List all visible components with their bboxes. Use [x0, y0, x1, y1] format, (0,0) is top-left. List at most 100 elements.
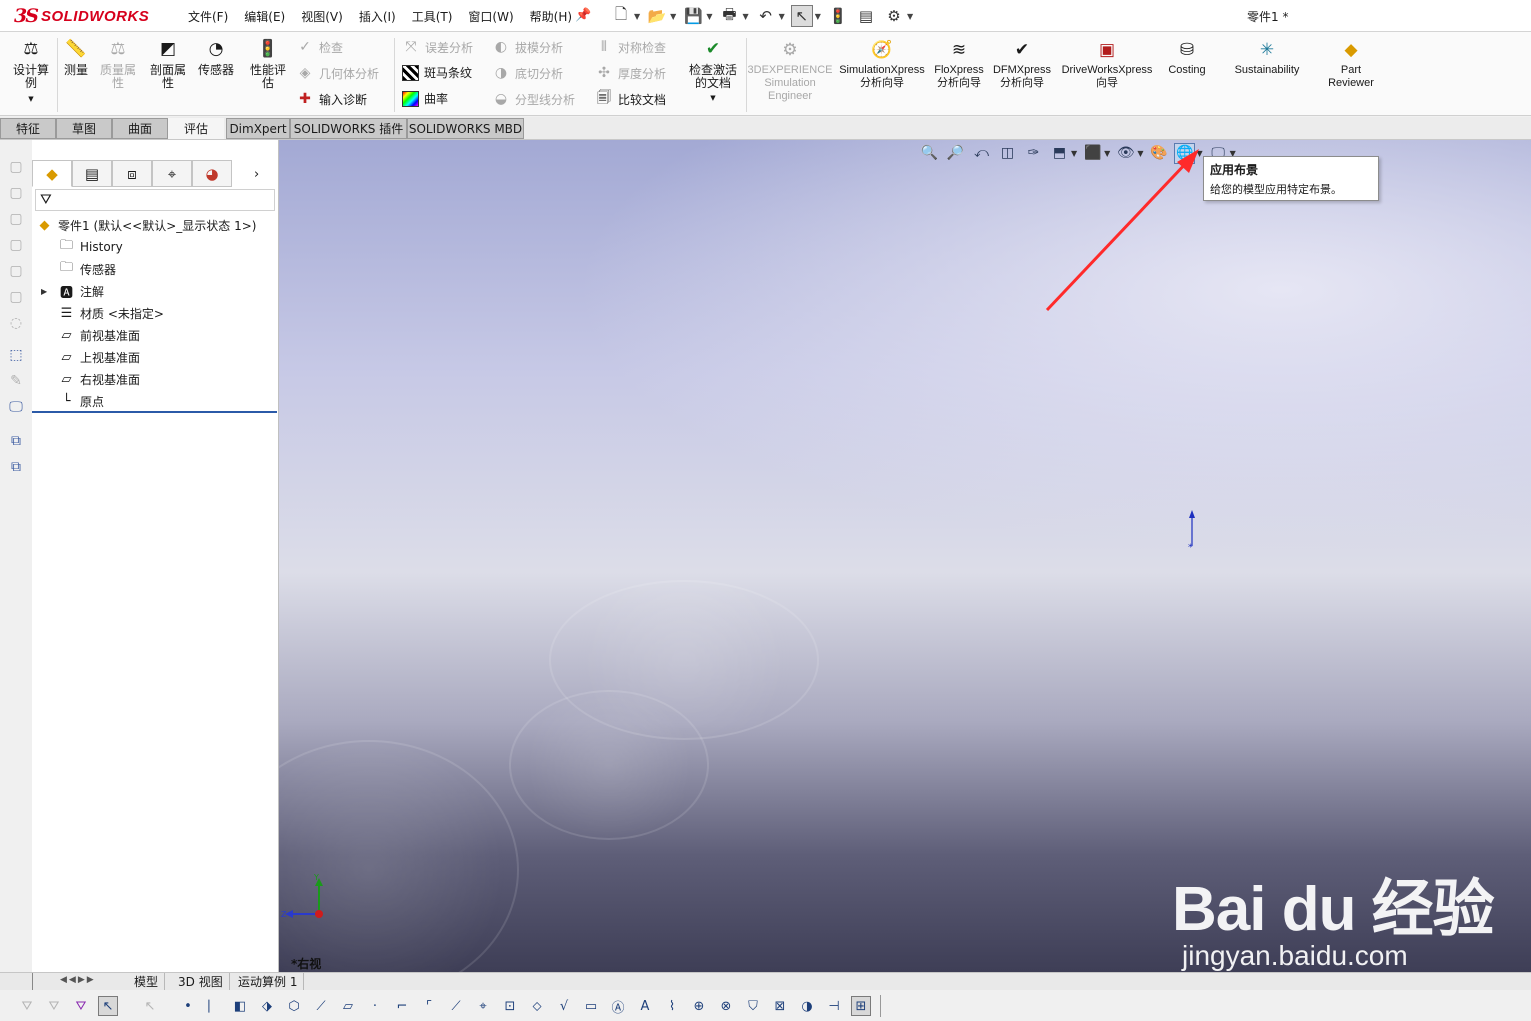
thickness-analysis-button[interactable]: ✣ 厚度分析	[595, 64, 666, 82]
filter-blocks-icon[interactable]: ⛉	[743, 996, 763, 1016]
filter-edges-icon[interactable]: ⎸	[205, 996, 225, 1016]
select-face-icon[interactable]: ⬚	[7, 346, 25, 364]
symmetry-check-button[interactable]: ⫴ 对称检查	[595, 38, 666, 56]
feature-icon[interactable]: ▢	[7, 236, 25, 254]
simulationxpress-button[interactable]: 🧭 SimulationXpress 分析向导	[836, 38, 928, 90]
solidworks-logo[interactable]: 3S SOLIDWORKS	[14, 2, 156, 30]
part-reviewer-button[interactable]: ◆ Part Reviewer	[1322, 38, 1380, 90]
filter-notes-icon[interactable]: ▭	[581, 996, 601, 1016]
edit-icon[interactable]: ✎	[7, 372, 25, 390]
save-caret-icon[interactable]: ▼	[706, 12, 712, 21]
display-manager-tab[interactable]: ◕	[192, 160, 232, 187]
3dx-simulation-button[interactable]: ⚙ 3DEXPERIENCE Simulation Engineer	[748, 38, 833, 103]
filter-datum-targets-icon[interactable]: ⊕	[689, 996, 709, 1016]
check-active-document-button[interactable]: ✔ 检查激活的文档 ▼	[684, 38, 742, 105]
feature-icon[interactable]: ▢	[7, 288, 25, 306]
zoom-to-fit-icon[interactable]: 🔍	[919, 143, 940, 164]
menu-insert[interactable]: 插入(I)	[351, 8, 404, 25]
tab-surface[interactable]: 曲面	[112, 118, 168, 139]
graphics-viewport[interactable]: 🔍 🔎 ⤺ ◫ ✑ ⬒ ▼ ⬛ ▼ 👁 ▼ 🎨 🌐 ▼ 🖵 ▼ 应用布景 给您的模型应用特…	[279, 140, 1531, 972]
tree-item-top-plane[interactable]: ▱ 上视基准面	[58, 347, 141, 367]
parting-line-analysis-button[interactable]: ◒ 分型线分析	[492, 90, 575, 108]
save-icon[interactable]: 💾	[682, 5, 704, 27]
dfmxpress-button[interactable]: ✔ DFMXpress 分析向导	[992, 38, 1052, 90]
tree-item-origin[interactable]: └ 原点	[58, 391, 104, 411]
tree-item-history[interactable]: 🗀 History	[58, 237, 123, 257]
rollback-bar[interactable]	[32, 411, 277, 413]
filter-centerline-icon[interactable]: ⌖	[473, 996, 493, 1016]
import-diagnostics-button[interactable]: ✚ 输入诊断	[296, 90, 367, 108]
tree-item-right-plane[interactable]: ▱ 右视基准面	[58, 369, 141, 389]
zebra-stripes-button[interactable]: 斑马条纹	[402, 64, 472, 81]
pin-icon[interactable]: 📌	[575, 8, 591, 23]
select-caret-icon[interactable]: ▼	[815, 12, 821, 21]
file-properties-icon[interactable]: ▤	[855, 5, 877, 27]
filter-balloons-icon[interactable]: Ⓐ	[608, 996, 628, 1016]
costing-button[interactable]: ⛁ Costing	[1162, 38, 1212, 77]
filter-solid-bodies-icon[interactable]: ⬡	[284, 996, 304, 1016]
select-arrow-icon[interactable]: ↖	[98, 996, 118, 1016]
filter-toggle-icon[interactable]: ⛛	[71, 996, 91, 1016]
select-other-icon[interactable]: ↖	[140, 996, 160, 1016]
performance-eval-button[interactable]: 🚦 性能评估	[246, 38, 290, 90]
print-caret-icon[interactable]: ▼	[742, 12, 748, 21]
tab-solidworks-addins[interactable]: SOLIDWORKS 插件	[290, 118, 407, 139]
feature-icon[interactable]: ▢	[7, 184, 25, 202]
filter-weld-symbols-icon[interactable]: ⌇	[662, 996, 682, 1016]
deviation-analysis-button[interactable]: ⤧ 误差分析	[402, 38, 473, 56]
feature-icon[interactable]: ◌	[7, 314, 25, 332]
geometry-analysis-button[interactable]: ◈ 几何体分析	[296, 64, 379, 82]
new-caret-icon[interactable]: ▼	[634, 12, 640, 21]
filter-dimensions-icon[interactable]: ⊡	[500, 996, 520, 1016]
design-study-button[interactable]: ⚖ 设计算例 ▼	[8, 38, 54, 106]
copy-icon[interactable]: ⧉	[7, 432, 25, 450]
dimxpert-manager-tab[interactable]: ⌖	[152, 160, 192, 187]
feature-icon[interactable]: ▢	[7, 262, 25, 280]
curvature-button[interactable]: 曲率	[402, 90, 448, 107]
filter-hole-callouts-icon[interactable]: ⊠	[770, 996, 790, 1016]
draft-analysis-button[interactable]: ◐ 拔模分析	[492, 38, 563, 56]
tab-sketch[interactable]: 草图	[56, 118, 112, 139]
options-caret-icon[interactable]: ▼	[907, 12, 913, 21]
sustainability-button[interactable]: ✳ Sustainability	[1228, 38, 1306, 77]
feature-icon[interactable]: ▢	[7, 210, 25, 228]
tab-3d-view[interactable]: 3D 视图	[172, 973, 230, 990]
select-icon[interactable]: ↖	[790, 5, 813, 27]
filter-mates-icon[interactable]: ⊞	[851, 996, 871, 1016]
tab-evaluate[interactable]: 评估	[168, 118, 224, 139]
print-icon[interactable]: 🖶	[718, 5, 740, 27]
feature-tree-tab[interactable]: ◆	[32, 160, 72, 187]
tree-item-sensors[interactable]: 🗀 传感器	[58, 259, 116, 279]
tab-scroll-arrows-icon[interactable]: ◀◀▶▶	[60, 975, 96, 985]
undercut-analysis-button[interactable]: ◑ 底切分析	[492, 64, 563, 82]
tree-filter[interactable]: ⛛	[35, 189, 275, 211]
filter-icon[interactable]: ⛛	[44, 996, 64, 1016]
menu-view[interactable]: 视图(V)	[293, 8, 351, 25]
zoom-to-area-icon[interactable]: 🔎	[945, 143, 966, 164]
open-caret-icon[interactable]: ▼	[670, 12, 676, 21]
floxpress-button[interactable]: ≋ FloXpress 分析向导	[932, 38, 986, 90]
chevron-right-icon[interactable]: ›	[254, 167, 259, 182]
tab-model[interactable]: 模型	[128, 973, 166, 990]
sensor-button[interactable]: ◔ 传感器	[194, 38, 238, 77]
tab-features[interactable]: 特征	[0, 118, 56, 139]
menu-edit[interactable]: 编辑(E)	[236, 8, 293, 25]
filter-datum-features-icon[interactable]: A	[635, 996, 655, 1016]
filter-geometric-tolerance-icon[interactable]: √	[554, 996, 574, 1016]
filter-center-marks-icon[interactable]: ⟋	[446, 996, 466, 1016]
menu-tools[interactable]: 工具(T)	[404, 8, 461, 25]
filter-icon[interactable]: ⛛	[17, 996, 37, 1016]
tab-dimxpert[interactable]: DimXpert	[226, 118, 290, 139]
tab-motion-study[interactable]: 运动算例 1	[232, 973, 305, 990]
property-manager-tab[interactable]: ▤	[72, 160, 112, 187]
filter-axes-icon[interactable]: ⟋	[311, 996, 331, 1016]
section-view-icon[interactable]: ◫	[997, 143, 1018, 164]
menu-file[interactable]: 文件(F)	[180, 8, 236, 25]
options-gear-icon[interactable]: ⚙	[883, 5, 905, 27]
driveworksxpress-button[interactable]: ▣ DriveWorksXpress 向导	[1059, 38, 1155, 90]
traffic-light-icon[interactable]: 🚦	[827, 5, 849, 27]
open-icon[interactable]: 📂	[646, 5, 668, 27]
filter-connection-points-icon[interactable]: ⊣	[824, 996, 844, 1016]
tree-item-front-plane[interactable]: ▱ 前视基准面	[58, 325, 141, 345]
display-icon[interactable]: 🖵	[7, 398, 25, 416]
